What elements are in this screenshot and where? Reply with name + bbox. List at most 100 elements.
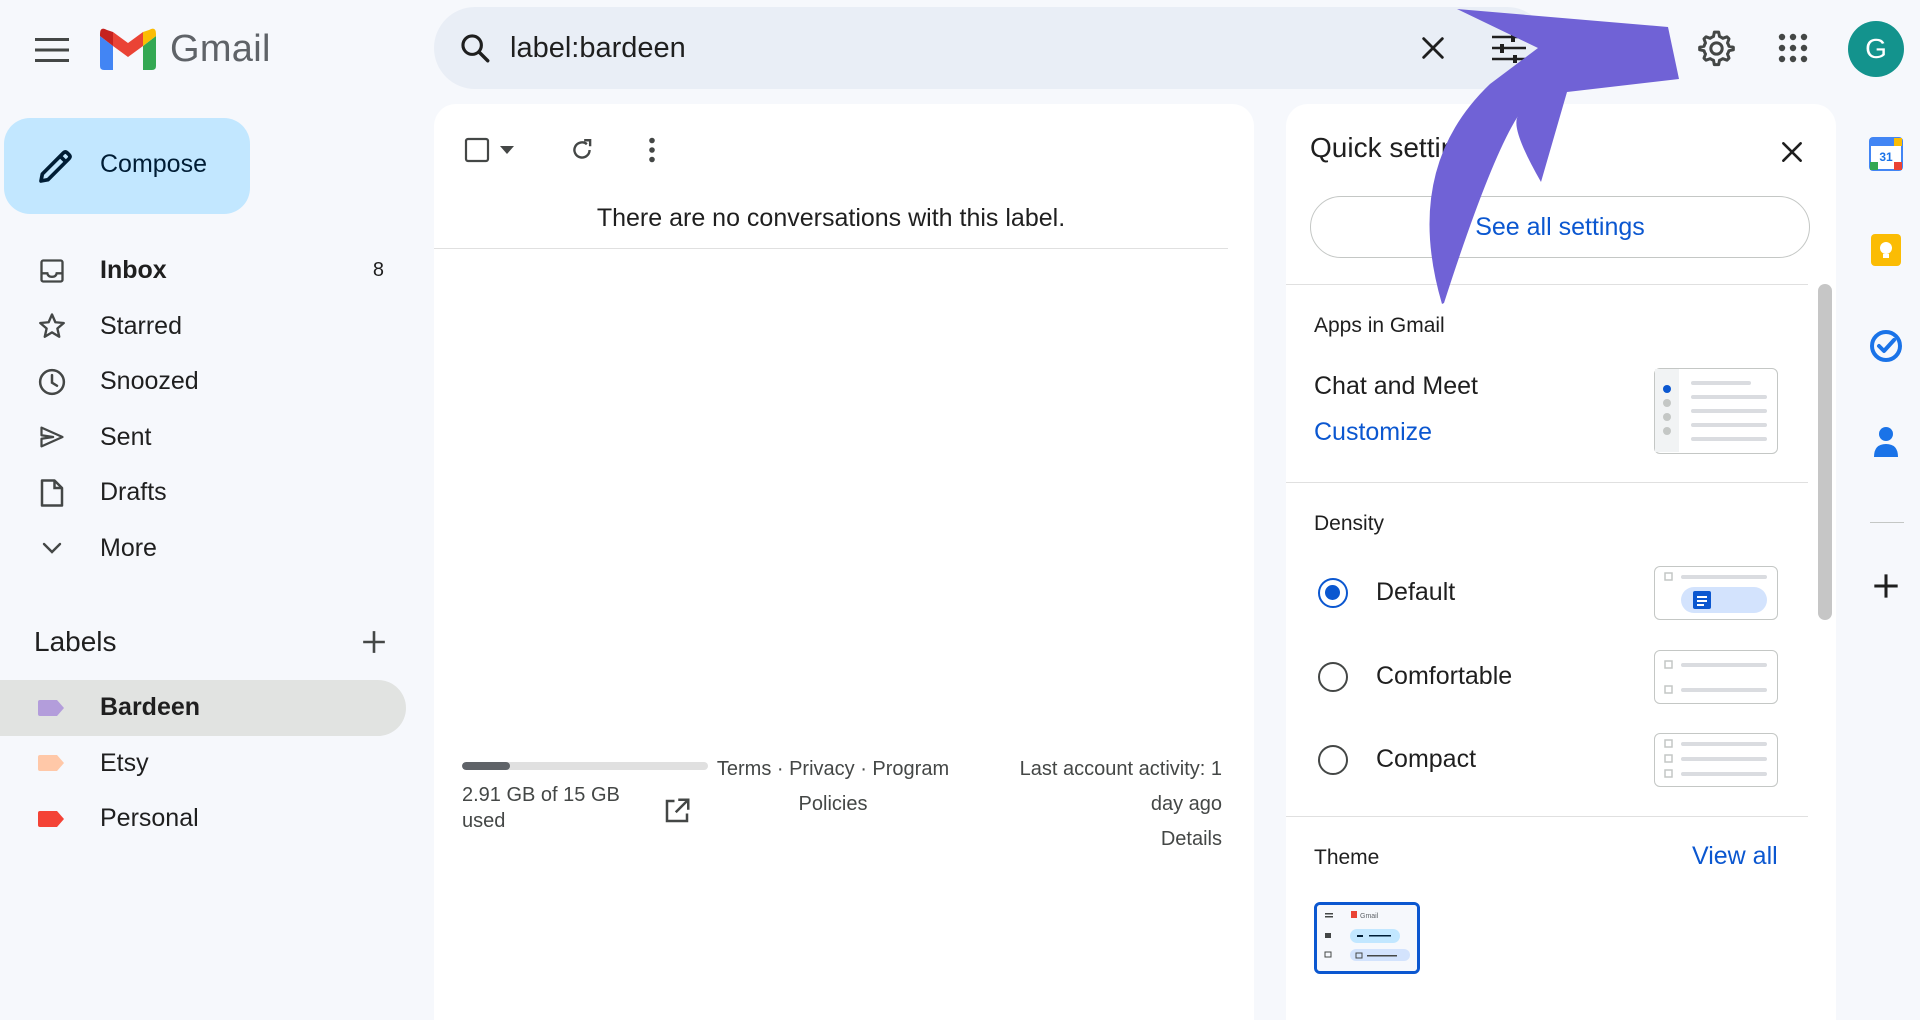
labels-title: Labels (34, 626, 117, 657)
gmail-wordmark: Gmail (170, 27, 271, 70)
apps-grid-icon (1778, 33, 1808, 63)
panel-scrollbar[interactable] (1818, 284, 1832, 620)
nav-item-drafts[interactable]: Drafts (0, 465, 406, 521)
plus-icon (363, 631, 385, 653)
gear-icon (1698, 30, 1735, 67)
hamburger-icon (35, 38, 69, 62)
clear-search-button[interactable] (1410, 25, 1456, 71)
contacts-app-button[interactable] (1860, 416, 1912, 468)
tune-icon (1492, 33, 1526, 63)
section-divider (1286, 284, 1808, 285)
refresh-icon (573, 139, 592, 159)
radio-button[interactable] (1318, 578, 1348, 608)
density-comfortable-preview (1654, 650, 1778, 704)
label-name: Etsy (100, 748, 149, 777)
calendar-icon: 31 (1869, 137, 1903, 171)
search-icon[interactable] (454, 27, 496, 69)
label-item-etsy[interactable]: Etsy (0, 736, 406, 792)
search-input[interactable] (510, 25, 1410, 71)
footer-links[interactable]: Terms · Privacy · Program Policies (708, 752, 958, 822)
storage-meter (462, 762, 708, 770)
nav-label: More (100, 533, 157, 562)
main-navigation: Inbox 8 Starred Snoozed Sent Drafts More (0, 243, 406, 576)
nav-label: Inbox (100, 256, 167, 285)
account-avatar[interactable]: G (1848, 21, 1904, 77)
footer-links-line[interactable]: Terms · Privacy · Program (708, 752, 958, 787)
list-divider (434, 248, 1228, 249)
open-in-new-icon[interactable] (662, 796, 692, 826)
pencil-icon (39, 150, 72, 183)
label-tag-icon (38, 810, 64, 827)
density-label: Default (1376, 578, 1456, 606)
density-compact-preview (1654, 733, 1778, 787)
label-tag-icon (38, 699, 64, 716)
caret-down-icon (500, 146, 514, 154)
create-label-button[interactable] (356, 624, 392, 660)
theme-heading: Theme (1314, 846, 1380, 869)
view-all-themes-link[interactable]: View all (1692, 842, 1778, 871)
get-addons-button[interactable] (1860, 560, 1912, 612)
nav-label: Sent (100, 422, 152, 451)
nav-item-sent[interactable]: Sent (0, 410, 406, 466)
nav-item-more[interactable]: More (0, 521, 406, 577)
see-all-settings-button[interactable]: See all settings (1310, 196, 1810, 258)
star-icon (36, 310, 68, 342)
gmail-logo[interactable]: Gmail (100, 26, 271, 72)
radio-button[interactable] (1318, 745, 1348, 775)
tasks-icon (1870, 330, 1902, 362)
storage-meter-fill (462, 762, 510, 770)
calendar-app-button[interactable]: 31 (1860, 128, 1912, 180)
draft-icon (36, 477, 68, 509)
quick-settings-panel: Quick settin See all settings Apps in Gm… (1286, 104, 1836, 1020)
send-icon (36, 421, 68, 453)
radio-button[interactable] (1318, 662, 1348, 692)
activity-details-link[interactable]: Details (982, 822, 1222, 857)
nav-item-starred[interactable]: Starred (0, 299, 406, 355)
close-icon (1422, 37, 1444, 59)
apps-in-gmail-heading: Apps in Gmail (1314, 314, 1445, 337)
chat-meet-label: Chat and Meet (1314, 372, 1478, 400)
search-options-button[interactable] (1486, 25, 1532, 71)
nav-label: Drafts (100, 478, 167, 507)
main-menu-button[interactable] (26, 24, 78, 76)
activity-line: Last account activity: 1 (1019, 758, 1222, 780)
google-apps-button[interactable] (1767, 22, 1819, 74)
more-options-button[interactable] (634, 132, 670, 168)
quick-settings-title: Quick settin (1310, 132, 1457, 163)
gmail-m-icon (100, 28, 156, 70)
section-divider (1286, 482, 1808, 483)
empty-label-message: There are no conversations with this lab… (596, 204, 1066, 232)
checkbox-icon (464, 137, 490, 163)
rail-divider (1870, 522, 1904, 523)
unread-count: 8 (372, 259, 384, 282)
density-label: Compact (1376, 745, 1477, 773)
theme-thumb-wordmark: Gmail (1360, 913, 1379, 920)
label-item-bardeen[interactable]: Bardeen (0, 680, 406, 736)
nav-item-snoozed[interactable]: Snoozed (0, 354, 406, 410)
density-preview-icon (1664, 739, 1767, 778)
tasks-app-button[interactable] (1860, 320, 1912, 372)
clock-icon (36, 366, 68, 398)
compose-label: Compose (100, 150, 207, 178)
chevron-down-icon (36, 532, 68, 564)
theme-thumbnail-default[interactable]: Gmail (1314, 902, 1420, 974)
label-list: Bardeen Etsy Personal (0, 680, 406, 847)
keep-icon (1871, 234, 1901, 266)
search-bar (434, 7, 1548, 89)
customize-link[interactable]: Customize (1314, 418, 1432, 447)
compose-button[interactable]: Compose (4, 118, 250, 214)
label-item-personal[interactable]: Personal (0, 791, 406, 847)
select-all-checkbox[interactable] (464, 134, 534, 166)
keep-app-button[interactable] (1860, 224, 1912, 276)
footer: 2.91 GB of 15 GB used Terms · Privacy · … (462, 752, 1232, 872)
footer-links-line[interactable]: Policies (708, 787, 958, 822)
chat-meet-preview (1654, 368, 1778, 454)
plus-icon (1874, 574, 1898, 598)
label-name: Personal (100, 804, 199, 833)
settings-button[interactable] (1690, 22, 1742, 74)
storage-usage-text[interactable]: 2.91 GB of 15 GB used (462, 782, 632, 834)
close-quick-settings-button[interactable] (1772, 132, 1812, 172)
nav-item-inbox[interactable]: Inbox 8 (0, 243, 406, 299)
density-preview-icon (1664, 660, 1767, 694)
refresh-button[interactable] (564, 132, 600, 168)
